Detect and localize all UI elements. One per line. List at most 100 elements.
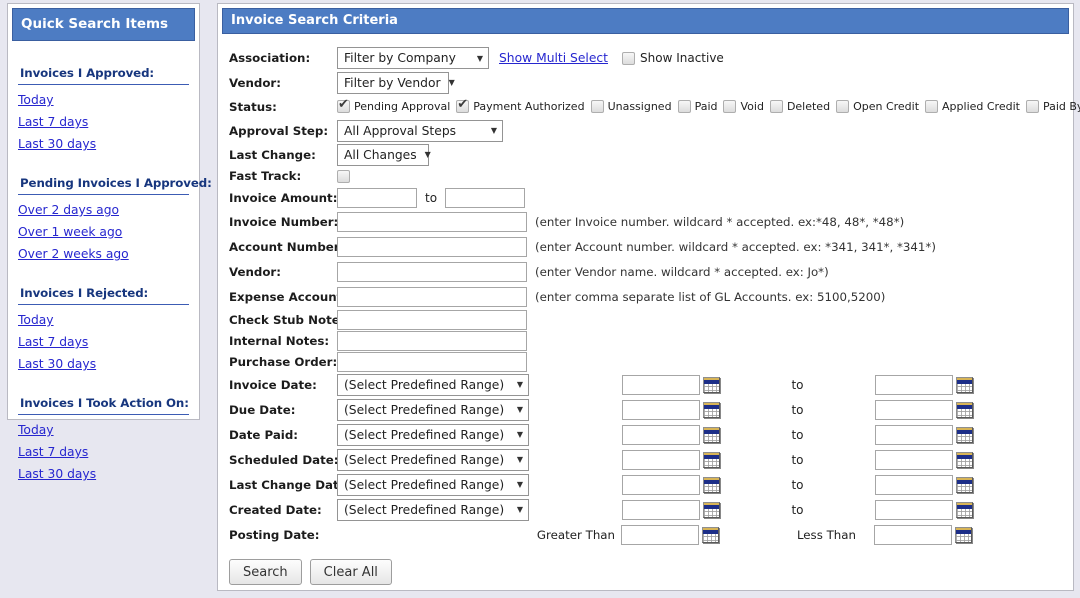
- calendar-icon[interactable]: [703, 452, 720, 468]
- internal-notes-input[interactable]: [337, 331, 527, 351]
- status-checkbox-deleted[interactable]: [770, 100, 783, 113]
- last-change-select[interactable]: All Changes ▼: [337, 144, 429, 166]
- calendar-icon[interactable]: [956, 502, 973, 518]
- calendar-icon[interactable]: [702, 527, 719, 543]
- calendar-icon[interactable]: [703, 402, 720, 418]
- last-change-date-to-input[interactable]: [875, 475, 953, 495]
- date-paid-from-input[interactable]: [622, 425, 700, 445]
- show-inactive-checkbox[interactable]: [622, 52, 635, 65]
- due-date-range-select[interactable]: (Select Predefined Range) ▼: [337, 399, 529, 421]
- status-option-label: Open Credit: [853, 100, 919, 113]
- due-date-from-input[interactable]: [622, 400, 700, 420]
- link-approved-today[interactable]: Today: [18, 93, 189, 107]
- dropdown-arrow-icon: ▼: [517, 505, 523, 514]
- link-pending-2days[interactable]: Over 2 days ago: [18, 203, 189, 217]
- link-pending-2weeks[interactable]: Over 2 weeks ago: [18, 247, 189, 261]
- link-rejected-30days[interactable]: Last 30 days: [18, 357, 189, 371]
- status-option-label: Applied Credit: [942, 100, 1020, 113]
- status-checkbox-pending-approval[interactable]: [337, 100, 350, 113]
- calendar-icon[interactable]: [956, 452, 973, 468]
- range-select-value: (Select Predefined Range): [344, 453, 504, 467]
- status-checkbox-applied-credit[interactable]: [925, 100, 938, 113]
- status-option-label: Unassigned: [608, 100, 672, 113]
- section-invoices-rejected: Invoices I Rejected: Today Last 7 days L…: [18, 286, 189, 371]
- invoice-number-input[interactable]: [337, 212, 527, 232]
- range-select-value: (Select Predefined Range): [344, 403, 504, 417]
- status-checkbox-void[interactable]: [723, 100, 736, 113]
- link-approved-30days[interactable]: Last 30 days: [18, 137, 189, 151]
- status-checkbox-payment-authorized[interactable]: [456, 100, 469, 113]
- calendar-icon[interactable]: [703, 502, 720, 518]
- dropdown-arrow-icon: ▼: [517, 480, 523, 489]
- show-inactive-label: Show Inactive: [640, 51, 724, 65]
- invoice-date-from-input[interactable]: [622, 375, 700, 395]
- link-action-today[interactable]: Today: [18, 423, 189, 437]
- status-option-label: Paid By Credit: [1043, 100, 1080, 113]
- invoice-date-range-select[interactable]: (Select Predefined Range) ▼: [337, 374, 529, 396]
- calendar-icon[interactable]: [955, 527, 972, 543]
- scheduled-date-from-input[interactable]: [622, 450, 700, 470]
- created-date-from-input[interactable]: [622, 500, 700, 520]
- due-date-label: Due Date:: [229, 403, 337, 417]
- purchase-order-input[interactable]: [337, 352, 527, 372]
- posting-date-greater-input[interactable]: [621, 525, 699, 545]
- created-date-to-input[interactable]: [875, 500, 953, 520]
- calendar-icon[interactable]: [703, 377, 720, 393]
- date-paid-to-input[interactable]: [875, 425, 953, 445]
- show-multi-select-link[interactable]: Show Multi Select: [499, 51, 608, 65]
- account-number-input[interactable]: [337, 237, 527, 257]
- status-checkbox-paid[interactable]: [678, 100, 691, 113]
- created-date-range-select[interactable]: (Select Predefined Range) ▼: [337, 499, 529, 521]
- invoice-amount-from-input[interactable]: [337, 188, 417, 208]
- less-than-label: Less Than: [719, 528, 874, 542]
- due-date-to-input[interactable]: [875, 400, 953, 420]
- row-buttons: Search Clear All: [229, 559, 1073, 585]
- posting-date-less-input[interactable]: [874, 525, 952, 545]
- posting-date-label: Posting Date:: [229, 528, 337, 542]
- status-label: Status:: [229, 100, 337, 114]
- calendar-icon[interactable]: [956, 477, 973, 493]
- link-rejected-7days[interactable]: Last 7 days: [18, 335, 189, 349]
- search-button[interactable]: Search: [229, 559, 302, 585]
- status-checkbox-unassigned[interactable]: [591, 100, 604, 113]
- scheduled-date-label: Scheduled Date:: [229, 453, 337, 467]
- status-option: Paid By Credit: [1026, 100, 1080, 113]
- link-pending-1week[interactable]: Over 1 week ago: [18, 225, 189, 239]
- fast-track-checkbox[interactable]: [337, 170, 350, 183]
- last-change-date-label: Last Change Date:: [229, 478, 337, 492]
- row-last-change-date: Last Change Date: (Select Predefined Ran…: [229, 472, 1073, 497]
- row-fast-track: Fast Track:: [229, 166, 1073, 186]
- expense-account-hint: (enter comma separate list of GL Account…: [535, 290, 885, 304]
- date-paid-range-select[interactable]: (Select Predefined Range) ▼: [337, 424, 529, 446]
- expense-account-input[interactable]: [337, 287, 527, 307]
- link-action-30days[interactable]: Last 30 days: [18, 467, 189, 481]
- invoice-search-panel: Invoice Search Criteria Association: Fil…: [217, 3, 1074, 591]
- clear-all-button[interactable]: Clear All: [310, 559, 392, 585]
- invoice-date-to-input[interactable]: [875, 375, 953, 395]
- status-checkbox-open-credit[interactable]: [836, 100, 849, 113]
- link-action-7days[interactable]: Last 7 days: [18, 445, 189, 459]
- association-select[interactable]: Filter by Company ▼: [337, 47, 489, 69]
- calendar-icon[interactable]: [703, 477, 720, 493]
- scheduled-date-range-select[interactable]: (Select Predefined Range) ▼: [337, 449, 529, 471]
- calendar-icon[interactable]: [956, 427, 973, 443]
- vendor-name-input[interactable]: [337, 262, 527, 282]
- status-checkbox-paid-by-credit[interactable]: [1026, 100, 1039, 113]
- link-approved-7days[interactable]: Last 7 days: [18, 115, 189, 129]
- invoice-amount-to-input[interactable]: [445, 188, 525, 208]
- internal-notes-label: Internal Notes:: [229, 334, 337, 348]
- calendar-icon[interactable]: [956, 377, 973, 393]
- section-title: Invoices I Rejected:: [18, 286, 189, 305]
- calendar-icon[interactable]: [956, 402, 973, 418]
- calendar-icon[interactable]: [703, 427, 720, 443]
- last-change-date-from-input[interactable]: [622, 475, 700, 495]
- vendor-select[interactable]: Filter by Vendor ▼: [337, 72, 449, 94]
- scheduled-date-to-input[interactable]: [875, 450, 953, 470]
- check-stub-notes-input[interactable]: [337, 310, 527, 330]
- approval-step-select[interactable]: All Approval Steps ▼: [337, 120, 503, 142]
- purchase-order-label: Purchase Order:: [229, 355, 337, 369]
- link-rejected-today[interactable]: Today: [18, 313, 189, 327]
- status-option-label: Deleted: [787, 100, 830, 113]
- row-posting-date: Posting Date: Greater Than Less Than: [229, 522, 1073, 547]
- last-change-date-range-select[interactable]: (Select Predefined Range) ▼: [337, 474, 529, 496]
